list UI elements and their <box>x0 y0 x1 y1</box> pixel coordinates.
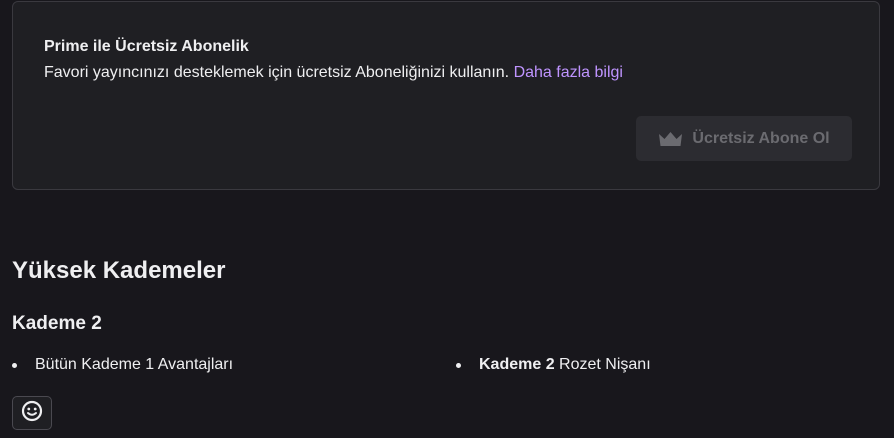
higher-tiers-heading: Yüksek Kademeler <box>12 257 226 284</box>
tier-2-heading: Kademe 2 <box>12 313 102 334</box>
free-subscribe-label: Ücretsiz Abone Ol <box>692 129 830 147</box>
prime-description-text: Favori yayıncınızı desteklemek için ücre… <box>44 64 510 81</box>
prime-title: Prime ile Ücretsiz Abonelik <box>44 38 249 55</box>
benefit-bold-text: Kademe 2 <box>479 356 555 373</box>
benefit-text: Bütün Kademe 1 Avantajları <box>35 356 234 373</box>
emote-button[interactable] <box>12 396 52 430</box>
smiley-icon <box>21 400 43 427</box>
benefit-item: Bütün Kademe 1 Avantajları <box>12 356 233 374</box>
learn-more-link[interactable]: Daha fazla bilgi <box>514 64 623 81</box>
benefit-item: Kademe 2 Rozet Nişanı <box>456 356 651 374</box>
bullet-icon <box>12 363 17 368</box>
prime-subscription-card: Prime ile Ücretsiz Abonelik Favori yayın… <box>12 1 880 190</box>
benefit-text: Rozet Nişanı <box>559 356 651 373</box>
bullet-icon <box>456 363 461 368</box>
prime-description: Favori yayıncınızı desteklemek için ücre… <box>44 64 623 82</box>
crown-icon <box>658 131 683 147</box>
free-subscribe-button[interactable]: Ücretsiz Abone Ol <box>636 116 852 161</box>
